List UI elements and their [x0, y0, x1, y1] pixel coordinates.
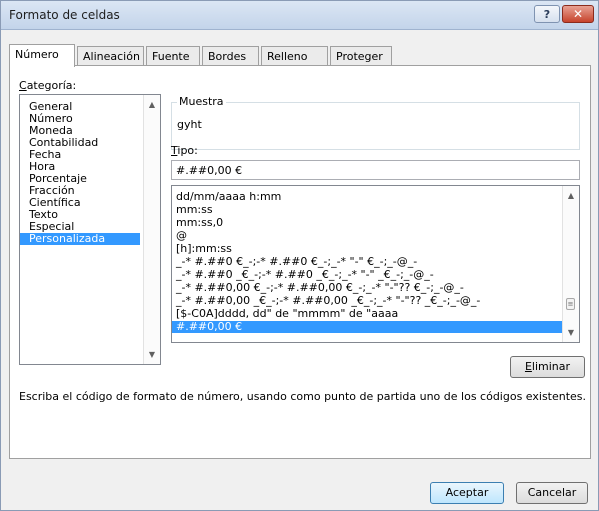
scroll-up-icon[interactable]: ▲ — [563, 191, 579, 200]
tab-bordes[interactable]: Bordes — [202, 46, 259, 66]
type-label: Tipo: — [171, 144, 198, 157]
scroll-down-icon[interactable]: ▼ — [563, 328, 579, 337]
format-code-list[interactable]: dd/mm/aaaa h:mm mm:ss mm:ss,0 @ [h]:mm:s… — [171, 185, 580, 343]
sample-value: gyht — [177, 118, 202, 131]
format-item[interactable]: mm:ss — [176, 204, 213, 216]
help-button[interactable]: ? — [534, 5, 560, 23]
format-item[interactable]: _-* #.##0 _€_-;-* #.##0 _€_-;_-* "-" _€_… — [176, 269, 434, 281]
format-item[interactable]: @ — [176, 230, 187, 242]
help-icon: ? — [543, 7, 551, 21]
category-list[interactable]: General Número Moneda Contabilidad Fecha… — [19, 94, 161, 365]
category-label: Categoría: — [19, 79, 77, 92]
sample-label: Muestra — [177, 95, 226, 108]
ok-button[interactable]: Aceptar — [430, 482, 504, 504]
type-input[interactable]: #.##0,00 € — [171, 160, 580, 180]
category-item-selected[interactable]: Personalizada — [20, 233, 140, 245]
close-icon: ✕ — [572, 7, 584, 21]
delete-button[interactable]: Eliminar — [510, 356, 585, 378]
format-item[interactable]: [h]:mm:ss — [176, 243, 232, 255]
scroll-up-icon[interactable]: ▲ — [144, 100, 160, 109]
close-button[interactable]: ✕ — [562, 5, 594, 23]
format-cells-dialog: Formato de celdas ? ✕ Número Alineación … — [0, 0, 599, 511]
category-scrollbar[interactable]: ▲ ▼ — [143, 95, 160, 364]
title-bar[interactable]: Formato de celdas ? ✕ — [1, 1, 598, 30]
cancel-button[interactable]: Cancelar — [516, 482, 588, 504]
format-item[interactable]: _-* #.##0,00 _€_-;-* #.##0,00 _€_-;_-* "… — [176, 295, 480, 307]
format-list-scrollbar[interactable]: ▲ ≡ ▼ — [562, 186, 579, 342]
tab-numero[interactable]: Número — [9, 44, 75, 67]
dialog-title: Formato de celdas — [9, 8, 120, 22]
tab-relleno[interactable]: Relleno — [261, 46, 328, 66]
format-item[interactable]: _-* #.##0 €_-;-* #.##0 €_-;_-* "-" €_-;_… — [176, 256, 417, 268]
tab-proteger[interactable]: Proteger — [330, 46, 392, 66]
format-item[interactable]: [$-C0A]dddd, dd" de "mmmm" de "aaaa — [176, 308, 398, 320]
scroll-down-icon[interactable]: ▼ — [144, 350, 160, 359]
format-instructions: Escriba el código de formato de número, … — [19, 390, 587, 403]
tab-alineacion[interactable]: Alineación — [77, 46, 144, 66]
format-item[interactable]: _-* #.##0,00 €_-;-* #.##0,00 €_-;_-* "-"… — [176, 282, 464, 294]
format-item[interactable]: mm:ss,0 — [176, 217, 223, 229]
format-item-selected[interactable]: #.##0,00 € — [172, 321, 562, 333]
format-item[interactable]: dd/mm/aaaa h:mm — [176, 191, 281, 203]
sample-group — [171, 102, 580, 150]
scroll-thumb[interactable]: ≡ — [566, 298, 575, 310]
tab-fuente[interactable]: Fuente — [146, 46, 200, 66]
